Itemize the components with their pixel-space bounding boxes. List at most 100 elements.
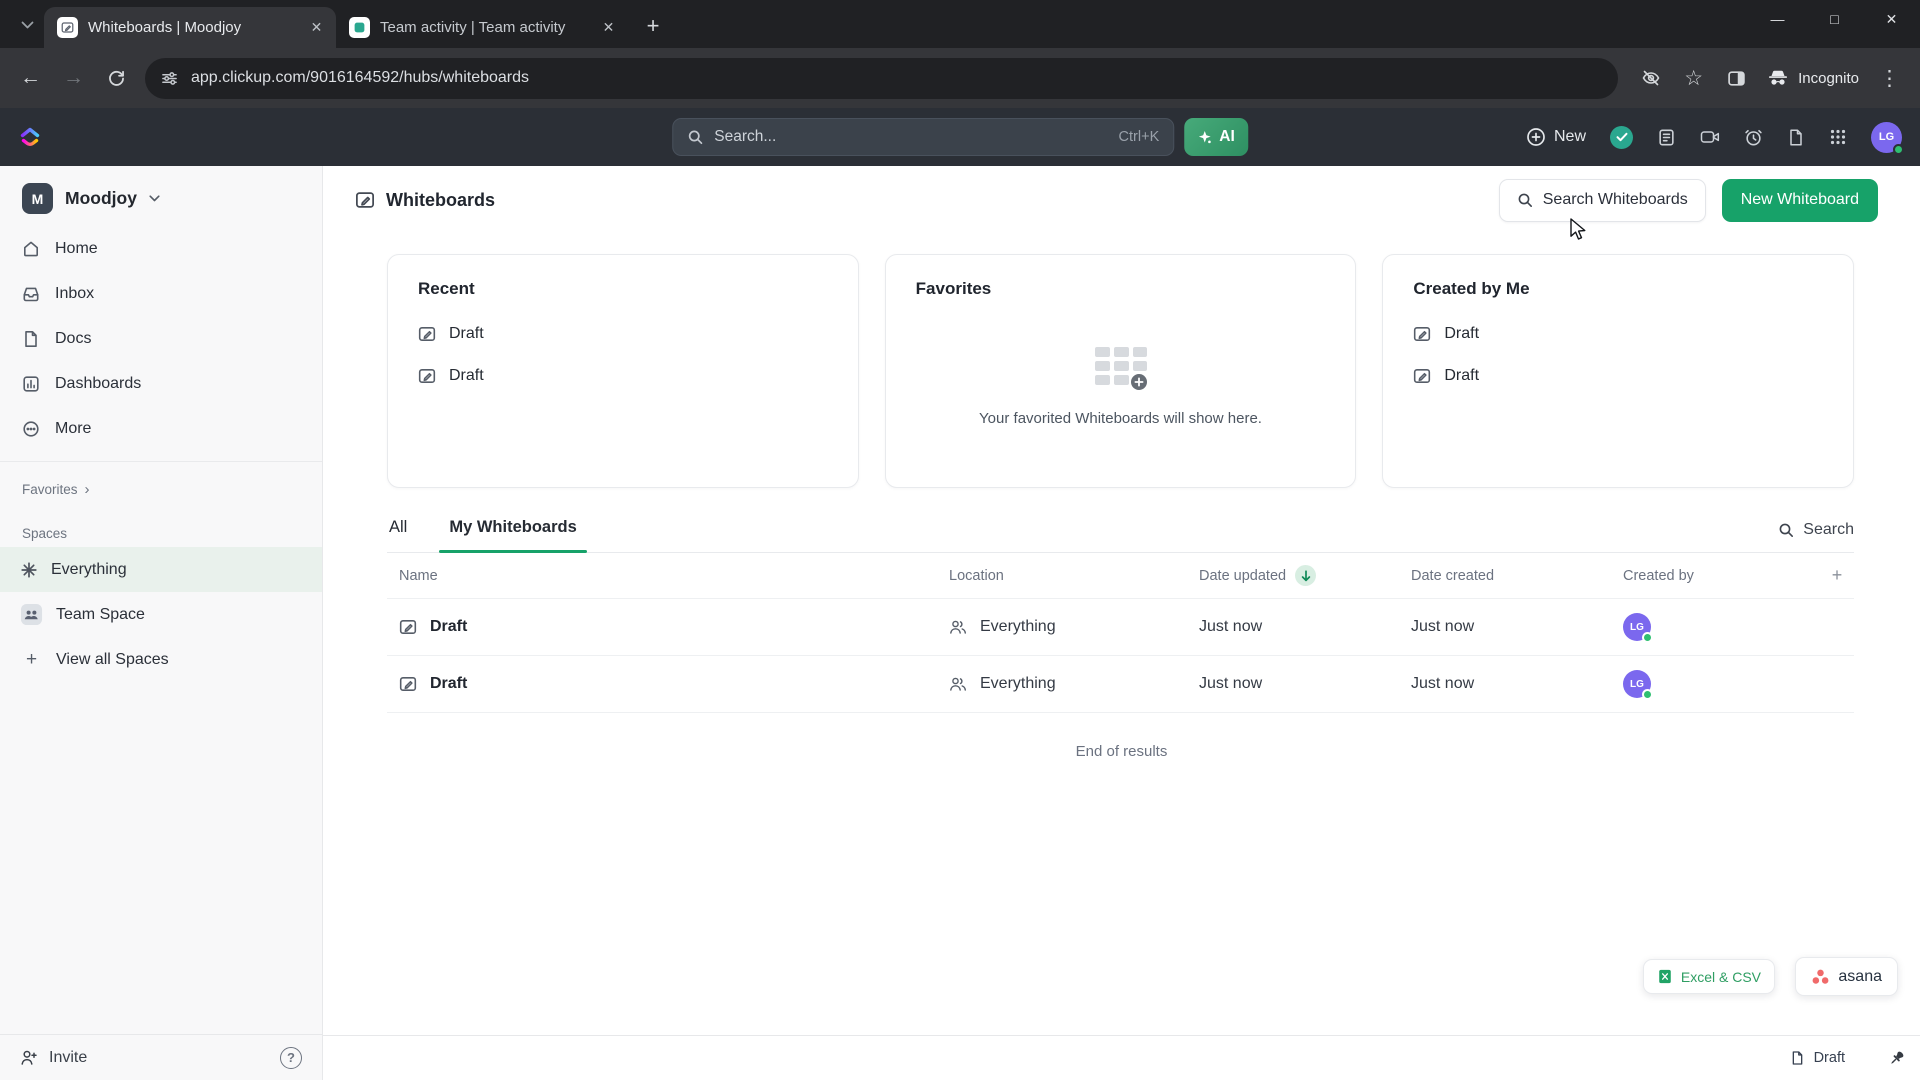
creator-avatar[interactable]: LG	[1623, 613, 1653, 643]
workspace-switcher[interactable]: M Moodjoy	[0, 166, 322, 226]
column-header-date-created[interactable]: Date created	[1399, 568, 1611, 584]
table-row[interactable]: Draft Everything Just now Just now LG	[387, 656, 1854, 713]
address-bar[interactable]: app.clickup.com/9016164592/hubs/whiteboa…	[145, 57, 1619, 99]
pin-icon[interactable]	[1887, 1049, 1906, 1068]
new-whiteboard-label: New Whiteboard	[1740, 191, 1859, 208]
doc-icon[interactable]	[1787, 128, 1805, 147]
recent-item[interactable]: Draft	[418, 355, 828, 397]
invite-button[interactable]: Invite	[20, 1049, 87, 1067]
plus-circle-icon	[1527, 128, 1545, 146]
side-panel-icon[interactable]	[1716, 58, 1757, 99]
item-label: Draft	[1444, 325, 1480, 342]
sidebar-item-docs[interactable]: Docs	[0, 316, 322, 361]
favorites-label: Favorites	[22, 482, 78, 497]
people-icon	[950, 620, 966, 634]
search-placeholder: Search...	[714, 128, 777, 145]
bookmark-star-icon[interactable]: ☆	[1673, 58, 1714, 99]
column-header-date-updated[interactable]: Date updated	[1187, 565, 1399, 586]
forward-button[interactable]: →	[53, 58, 94, 99]
space-label: Team Space	[56, 605, 145, 623]
card-title: Favorites	[915, 279, 992, 298]
ai-button[interactable]: AI	[1184, 118, 1248, 156]
sidebar-item-home[interactable]: Home	[0, 226, 322, 271]
workspace-avatar: M	[22, 183, 53, 214]
browser-menu-icon[interactable]: ⋮	[1869, 58, 1910, 99]
sidebar-item-dashboards[interactable]: Dashboards	[0, 361, 322, 406]
online-status-dot	[1642, 689, 1653, 700]
spaces-section-header[interactable]: Spaces	[0, 504, 322, 547]
row-date-updated: Just now	[1199, 675, 1263, 692]
table-search-button[interactable]: Search	[1778, 521, 1854, 552]
tab-all[interactable]: All	[387, 518, 409, 552]
global-search-input[interactable]: Search... Ctrl+K	[672, 118, 1175, 156]
table-search-label: Search	[1803, 521, 1854, 538]
asana-button[interactable]: asana	[1795, 957, 1898, 996]
search-icon	[687, 129, 703, 145]
clickup-logo[interactable]	[18, 125, 42, 149]
home-icon	[22, 240, 40, 258]
creator-avatar[interactable]: LG	[1623, 670, 1653, 700]
row-name[interactable]: Draft	[430, 618, 467, 636]
sidebar-item-everything[interactable]: Everything	[0, 547, 322, 592]
window-maximize-button[interactable]: □	[1806, 0, 1863, 38]
whiteboard-icon	[1414, 369, 1431, 383]
tab-close-icon[interactable]: ✕	[597, 16, 620, 39]
sort-descending-icon[interactable]	[1295, 565, 1317, 586]
sidebar-item-view-all-spaces[interactable]: + View all Spaces	[0, 637, 322, 682]
clock-icon[interactable]	[1744, 128, 1763, 147]
more-icon	[22, 420, 40, 438]
window-minimize-button[interactable]: —	[1749, 0, 1806, 38]
user-avatar[interactable]: LG	[1871, 121, 1904, 155]
apps-grid-icon[interactable]	[1829, 128, 1847, 146]
notepad-icon[interactable]	[1657, 128, 1676, 147]
sidebar-item-inbox[interactable]: Inbox	[0, 271, 322, 316]
back-button[interactable]: ←	[10, 58, 51, 99]
new-button[interactable]: New	[1526, 127, 1586, 147]
recent-item[interactable]: Draft	[418, 313, 828, 355]
column-header-created-by[interactable]: Created by	[1611, 568, 1820, 584]
column-header-location[interactable]: Location	[937, 568, 1187, 584]
space-label: Everything	[51, 560, 127, 578]
avatar-initials: LG	[1630, 678, 1644, 690]
favorites-empty-text: Your favorited Whiteboards will show her…	[979, 409, 1262, 427]
tab-close-icon[interactable]: ✕	[305, 16, 328, 39]
dashboards-icon	[22, 375, 40, 393]
video-icon[interactable]	[1700, 128, 1720, 146]
table-row[interactable]: Draft Everything Just now Just now LG	[387, 599, 1854, 656]
export-label: Excel & CSV	[1680, 968, 1761, 985]
tab-search-chevron-icon[interactable]	[12, 10, 42, 40]
row-date-created: Just now	[1411, 675, 1475, 692]
tasks-check-icon[interactable]	[1610, 125, 1633, 149]
sidebar-item-more[interactable]: More	[0, 406, 322, 451]
tab-my-whiteboards[interactable]: My Whiteboards	[439, 518, 588, 553]
row-location[interactable]: Everything	[980, 675, 1056, 693]
whiteboard-icon	[356, 192, 374, 208]
ai-label: AI	[1219, 128, 1235, 145]
column-header-name[interactable]: Name	[387, 568, 937, 584]
end-of-results-text: End of results	[1075, 743, 1168, 760]
reload-button[interactable]	[96, 58, 137, 99]
row-location[interactable]: Everything	[980, 618, 1056, 636]
new-whiteboard-button[interactable]: New Whiteboard	[1721, 178, 1878, 222]
draft-status-chip[interactable]: Draft	[1790, 1050, 1845, 1066]
spaces-label: Spaces	[22, 526, 68, 541]
sidebar: M Moodjoy Home Inbox Docs Dashboards Mor…	[0, 166, 323, 1080]
new-tab-button[interactable]: +	[636, 9, 670, 43]
browser-tab-team-activity[interactable]: Team activity | Team activity ✕	[336, 7, 628, 48]
created-item[interactable]: Draft	[1413, 355, 1823, 397]
url-text[interactable]: app.clickup.com/9016164592/hubs/whiteboa…	[191, 69, 529, 87]
search-whiteboards-button[interactable]: Search Whiteboards	[1498, 178, 1706, 222]
row-name[interactable]: Draft	[430, 675, 467, 693]
sidebar-item-team-space[interactable]: Team Space	[0, 592, 322, 637]
browser-tab-whiteboards[interactable]: Whiteboards | Moodjoy ✕	[44, 7, 336, 48]
favorites-section-header[interactable]: Favorites ›	[0, 462, 322, 504]
help-icon[interactable]: ?	[280, 1046, 302, 1069]
sidebar-item-label: More	[55, 419, 92, 437]
tracking-protection-icon[interactable]	[1630, 58, 1671, 99]
add-column-icon[interactable]: +	[1820, 565, 1854, 586]
created-item[interactable]: Draft	[1413, 313, 1823, 355]
excel-csv-export-button[interactable]: Excel & CSV	[1642, 959, 1775, 994]
site-settings-icon[interactable]	[161, 70, 178, 87]
window-close-button[interactable]: ✕	[1863, 0, 1920, 38]
browser-tab-strip: Whiteboards | Moodjoy ✕ Team activity | …	[0, 0, 1920, 48]
